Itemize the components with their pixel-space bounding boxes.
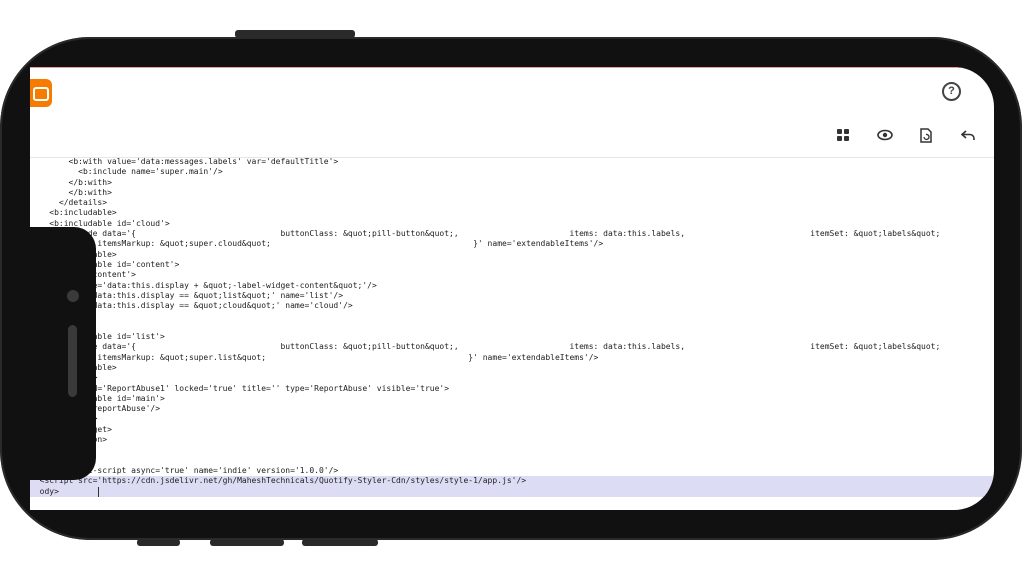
code-line[interactable]: </b:with>: [30, 178, 994, 188]
code-line[interactable]: <b:includable id='cloud'>: [30, 219, 994, 229]
help-icon[interactable]: ?: [942, 82, 961, 101]
code-line[interactable]: <b:widget>: [30, 373, 994, 383]
code-editor[interactable]: <b:with value='data:messages.labels' var…: [30, 157, 994, 510]
phone-volume-down-button: [302, 539, 378, 546]
code-line[interactable]: <b:includable>: [30, 250, 994, 260]
blogger-logo-mark: [33, 87, 49, 101]
code-line[interactable]: </details>: [30, 198, 994, 208]
phone-volume-up-button: [210, 539, 284, 546]
app-header: ?: [30, 67, 994, 112]
code-line[interactable]: </b:widget>: [30, 425, 994, 435]
code-line[interactable]: [30, 311, 994, 321]
editor-toolbar: [30, 111, 994, 158]
code-line[interactable]: able>: [30, 322, 994, 332]
text-cursor: [98, 487, 99, 497]
code-line[interactable]: <b:includable id='list'>: [30, 332, 994, 342]
phone-screen: ? <b:with value='data:messages.labels' v…: [30, 67, 994, 510]
speaker-grille: [68, 325, 77, 397]
code-line[interactable]: <widget id='ReportAbuse1' locked='true' …: [30, 384, 994, 394]
layout-icon[interactable]: [834, 126, 852, 144]
camera-icon: [67, 290, 79, 302]
code-line[interactable]: :includable>: [30, 414, 994, 424]
revert-icon[interactable]: [917, 126, 935, 144]
code-line[interactable]: <b:template-script async='true' name='in…: [30, 466, 994, 476]
code-line[interactable]: <b:includable>: [30, 208, 994, 218]
code-line[interactable]: </b:with>: [30, 188, 994, 198]
code-line[interactable]: <b:include name='super.main'/>: [30, 167, 994, 177]
code-line[interactable]: <b:with value='data:messages.labels' var…: [30, 157, 994, 167]
code-line[interactable]: lude cond='data:this.display == &quot;cl…: [30, 301, 994, 311]
code-line[interactable]: <b:include data='{ buttonClass: &quot;pi…: [30, 342, 994, 352]
code-line[interactable]: ss='widget-content'>: [30, 270, 994, 280]
code-line[interactable]: itemsMarkup: &quot;super.cloud&quot; }' …: [30, 239, 994, 249]
phone-notch: [30, 227, 96, 480]
code-line[interactable]: ody>: [30, 486, 994, 497]
code-line[interactable]: [30, 456, 994, 466]
code-line[interactable]: itemsMarkup: &quot;super.list&quot; }' n…: [30, 353, 994, 363]
code-line[interactable]: lude cond='data:this.display == &quot;li…: [30, 291, 994, 301]
code-line[interactable]: ss expr:name='data:this.display + &quot;…: [30, 281, 994, 291]
blogger-logo[interactable]: [30, 79, 52, 107]
code-line[interactable]: lude name='reportAbuse'/>: [30, 404, 994, 414]
code-line[interactable]: </aside>: [30, 445, 994, 455]
code-line[interactable]: <b:include data='{ buttonClass: &quot;pi…: [30, 229, 994, 239]
phone-top-button: [235, 30, 355, 38]
code-line[interactable]: </b:section>: [30, 435, 994, 445]
undo-icon[interactable]: [959, 126, 977, 144]
code-line[interactable]: <b:includable id='main'>: [30, 394, 994, 404]
code-line[interactable]: <b:includable>: [30, 363, 994, 373]
preview-icon[interactable]: [876, 126, 894, 144]
code-line[interactable]: <b:includable id='content'>: [30, 260, 994, 270]
code-line[interactable]: <script src='https://cdn.jsdelivr.net/gh…: [30, 476, 994, 487]
phone-side-button: [137, 539, 180, 546]
